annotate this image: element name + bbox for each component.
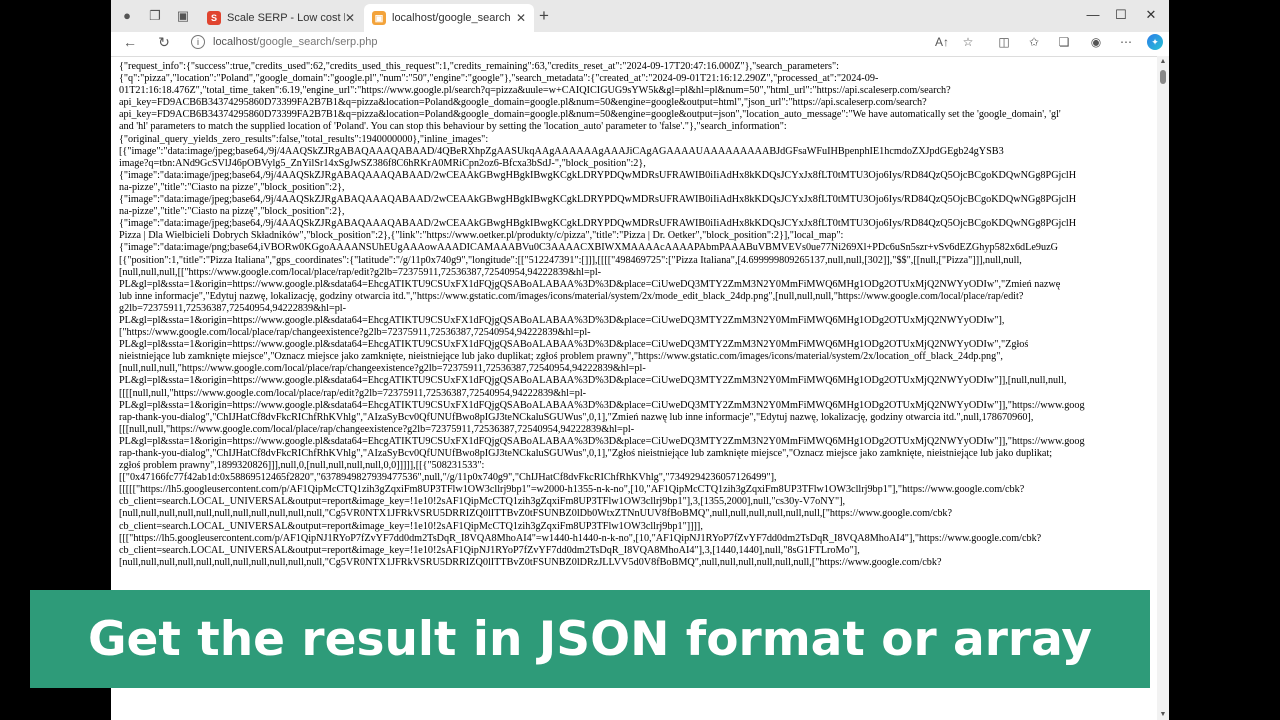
scrollbar-thumb[interactable] xyxy=(1160,70,1166,84)
workspaces-icon[interactable]: ❐ xyxy=(147,8,163,24)
close-icon[interactable]: ✕ xyxy=(516,4,526,32)
tab-scale-serp[interactable]: S Scale SERP - Low cost high perfo ✕ xyxy=(199,4,363,32)
caption-banner: Get the result in JSON format or array xyxy=(30,590,1150,688)
tab-title: Scale SERP - Low cost high perfo xyxy=(227,12,345,24)
split-screen-icon[interactable]: ◫ xyxy=(995,32,1013,52)
caption-text: Get the result in JSON format or array xyxy=(87,611,1093,667)
maximize-button[interactable]: ☐ xyxy=(1107,6,1135,24)
info-icon[interactable]: i xyxy=(191,35,205,49)
page-favicon-icon: ▣ xyxy=(372,11,386,25)
tab-serp-php[interactable]: ▣ localhost/google_search/serp.php ✕ xyxy=(364,4,534,32)
url-host: localhost xyxy=(213,36,257,48)
minimize-button[interactable]: — xyxy=(1079,6,1107,24)
tab-strip: ● ❐ ▣ S Scale SERP - Low cost high perfo… xyxy=(111,0,1169,32)
refresh-icon[interactable]: ↻ xyxy=(153,32,175,52)
scroll-down-icon[interactable]: ▼ xyxy=(1157,711,1169,718)
tab-title: localhost/google_search/serp.php xyxy=(392,12,510,24)
star-icon[interactable]: ☆ xyxy=(959,32,977,52)
close-icon[interactable]: ✕ xyxy=(345,4,355,32)
collections-icon[interactable]: ❏ xyxy=(1055,32,1073,52)
scale-serp-favicon-icon: S xyxy=(207,11,221,25)
copilot-icon[interactable]: ✦ xyxy=(1147,34,1163,50)
more-icon[interactable]: ⋯ xyxy=(1117,32,1135,52)
favorites-icon[interactable]: ✩ xyxy=(1025,32,1043,52)
scroll-up-icon[interactable]: ▲ xyxy=(1157,58,1169,65)
address-row: ← ↻ i localhost/google_search/serp.php A… xyxy=(111,32,1169,52)
address-bar[interactable]: localhost/google_search/serp.php xyxy=(213,32,378,52)
close-window-button[interactable]: ✕ xyxy=(1137,6,1165,24)
new-tab-button[interactable]: + xyxy=(539,7,549,25)
back-arrow-icon[interactable]: ← xyxy=(119,32,141,52)
url-path: /google_search/serp.php xyxy=(256,36,378,48)
tab-actions-icon[interactable]: ▣ xyxy=(175,8,191,24)
json-output: {"request_info":{"success":true,"credits… xyxy=(119,61,1085,677)
person-icon[interactable]: ● xyxy=(119,8,135,24)
vertical-scrollbar[interactable]: ▲ ▼ xyxy=(1157,56,1169,720)
read-aloud-icon[interactable]: A↑ xyxy=(933,32,951,52)
extension-icon[interactable]: ◉ xyxy=(1087,32,1105,52)
